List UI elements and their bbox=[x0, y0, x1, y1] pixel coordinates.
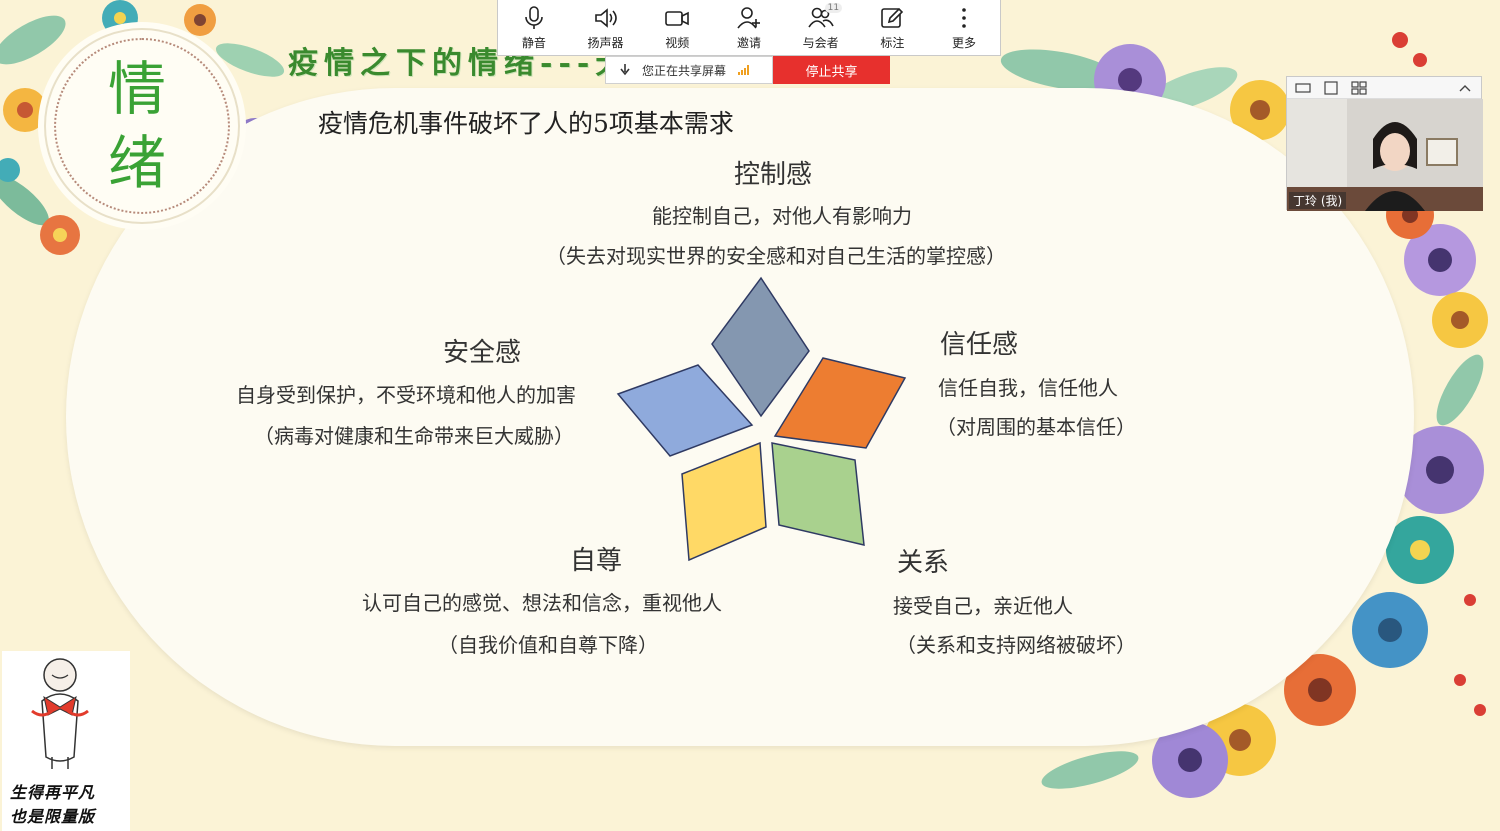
chevron-up-icon[interactable] bbox=[1457, 81, 1473, 95]
screen-share-bar: 您正在共享屏幕 停止共享 bbox=[605, 56, 890, 84]
need-security-line2: （病毒对健康和生命带来巨大威胁） bbox=[254, 424, 574, 448]
video-label: 视频 bbox=[665, 36, 690, 50]
stop-share-button[interactable]: 停止共享 bbox=[773, 56, 890, 84]
need-esteem-line1: 认可自己的感觉、想法和信念，重视他人 bbox=[362, 591, 722, 615]
need-security-title: 安全感 bbox=[443, 338, 522, 368]
microphone-icon bbox=[525, 6, 543, 29]
network-signal-icon bbox=[738, 65, 750, 75]
camera-feed: 丁玲 (我) bbox=[1287, 99, 1483, 211]
annotate-icon bbox=[881, 7, 904, 28]
invite-button[interactable]: 邀请 bbox=[717, 5, 781, 51]
need-esteem-title: 自尊 bbox=[570, 546, 623, 576]
video-camera-icon bbox=[665, 11, 690, 26]
participants-label: 与会者 bbox=[802, 36, 839, 50]
participants-count: 11 bbox=[824, 3, 843, 13]
need-relation-title: 关系 bbox=[897, 548, 950, 578]
annotate-label: 标注 bbox=[880, 36, 905, 50]
video-button[interactable]: 视频 bbox=[645, 5, 709, 51]
need-security-line1: 自身受到保护，不受环境和他人的加害 bbox=[236, 383, 576, 407]
need-control-line2: （失去对现实世界的安全感和对自己生活的掌控感） bbox=[546, 244, 1006, 268]
participant-name: 丁玲 (我) bbox=[1289, 192, 1347, 209]
share-status[interactable]: 您正在共享屏幕 bbox=[605, 56, 773, 84]
need-esteem-line2: （自我价值和自尊下降） bbox=[438, 633, 658, 657]
logo-slogan-line1: 生得再平凡 bbox=[10, 783, 96, 802]
collapse-arrow-icon bbox=[620, 64, 630, 76]
video-panel-controls bbox=[1287, 77, 1481, 99]
minimize-video-icon[interactable] bbox=[1295, 81, 1311, 95]
mute-button[interactable]: 静音 bbox=[502, 5, 566, 51]
emblem-char-1: 情 bbox=[108, 55, 167, 123]
need-relation-line1: 接受自己，亲近他人 bbox=[893, 594, 1073, 618]
need-trust-title: 信任感 bbox=[940, 330, 1019, 360]
more-label: 更多 bbox=[952, 36, 977, 50]
invite-label: 邀请 bbox=[736, 36, 761, 50]
need-trust-line1: 信任自我，信任他人 bbox=[938, 376, 1118, 400]
self-video-panel: 丁玲 (我) bbox=[1286, 76, 1483, 211]
brand-logo: 生得再平凡 也是限量版 bbox=[2, 651, 130, 831]
add-user-icon bbox=[737, 7, 760, 29]
logo-slogan-line2: 也是限量版 bbox=[10, 807, 96, 826]
grid-view-icon[interactable] bbox=[1351, 80, 1367, 95]
single-view-icon[interactable] bbox=[1323, 80, 1339, 95]
more-button[interactable]: 更多 bbox=[932, 5, 996, 51]
mascot-illustration bbox=[31, 658, 89, 769]
need-trust-line2: （对周围的基本信任） bbox=[936, 415, 1136, 439]
meeting-toolbar: 静音 扬声器 视频 邀请 11 与会者 标注 更多 bbox=[497, 0, 1001, 56]
shared-slide: 疫情之下的情绪---无助感增加 情 绪 疫情危机事件破坏了人的5项基本需求 控制… bbox=[0, 0, 1500, 831]
need-control-line1: 能控制自己，对他人有影响力 bbox=[652, 204, 912, 228]
need-relation-line2: （关系和支持网络被破坏） bbox=[896, 633, 1136, 657]
annotate-button[interactable]: 标注 bbox=[860, 5, 924, 51]
more-icon bbox=[962, 8, 966, 28]
speaker-label: 扬声器 bbox=[587, 36, 624, 50]
speaker-button[interactable]: 扬声器 bbox=[574, 5, 638, 51]
participants-button[interactable]: 11 与会者 bbox=[789, 3, 853, 51]
speaker-icon bbox=[594, 8, 617, 28]
emblem-circle: 情 绪 bbox=[44, 28, 240, 224]
need-control-title: 控制感 bbox=[734, 160, 813, 190]
emblem-char-2: 绪 bbox=[108, 129, 167, 197]
slide-heading: 疫情危机事件破坏了人的5项基本需求 bbox=[318, 109, 734, 138]
share-status-text: 您正在共享屏幕 bbox=[642, 63, 727, 78]
mute-label: 静音 bbox=[521, 36, 546, 50]
